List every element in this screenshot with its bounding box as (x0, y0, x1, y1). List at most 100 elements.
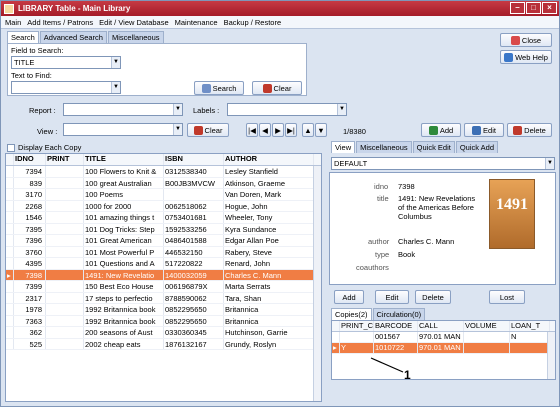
view-select[interactable]: ▼ (63, 123, 183, 136)
tab-view[interactable]: View (331, 141, 356, 153)
view-layout-select[interactable]: DEFAULT ▼ (331, 157, 555, 170)
tab-search[interactable]: Search (7, 31, 39, 43)
table-cell: Van Doren, Mark (224, 189, 314, 200)
clear-search-button[interactable]: Clear (252, 81, 302, 95)
table-cell: Hogue, John (224, 200, 314, 211)
table-cell: 101 Questions and A (84, 258, 164, 269)
tab-quick-edit[interactable]: Quick Edit (412, 141, 455, 153)
table-row[interactable]: 3760 101 Most Powerful P 446532150 Rabery, … (6, 246, 321, 258)
table-cell: 006196879X (164, 281, 224, 292)
table-row[interactable]: 2268 1000 for 2000 0062518062 Hogue, John (6, 200, 321, 212)
add-copy-button[interactable]: Add (334, 290, 364, 304)
first-record-button[interactable]: |◀ (246, 123, 258, 137)
col-barcode[interactable]: BARCODE (374, 321, 418, 331)
table-cell (46, 281, 84, 292)
field-to-search-select[interactable]: TITLE ▼ (11, 56, 121, 69)
col-print-c[interactable]: PRINT_C (340, 321, 374, 331)
col-idno[interactable]: IDNO (14, 154, 46, 165)
text-to-find-input[interactable]: ▼ (11, 81, 121, 94)
minimize-button[interactable]: – (510, 2, 525, 14)
table-row[interactable]: ▸ 7398 1491: New Revelatio 1400032059 Charle… (6, 269, 321, 281)
table-cell (46, 246, 84, 257)
table-cell: Wheeler, Tony (224, 212, 314, 223)
lost-copy-button[interactable]: Lost (489, 290, 525, 304)
close-window-button[interactable]: × (542, 2, 557, 14)
move-down-button[interactable]: ▼ (315, 123, 327, 137)
tab-miscellaneous[interactable]: Miscellaneous (107, 31, 164, 43)
edit-copy-button[interactable]: Edit (375, 290, 409, 304)
move-up-button[interactable]: ▲ (302, 123, 314, 137)
table-cell: 1876132167 (164, 338, 224, 349)
menu-main[interactable]: Main (5, 18, 21, 27)
copy-row[interactable]: 001567 970.01 MAN N (332, 332, 555, 343)
table-cell (46, 189, 84, 200)
tab-copies[interactable]: Copies(2) (331, 308, 372, 320)
table-row[interactable]: 7394 100 Flowers to Knit & 0312538340 Lesle… (6, 166, 321, 178)
menu-add-items[interactable]: Add Items / Patrons (27, 18, 93, 27)
table-cell: Rabery, Steve (224, 246, 314, 257)
app-icon (4, 3, 14, 14)
labels-select[interactable]: ▼ (227, 103, 347, 116)
copy-cell (464, 332, 510, 342)
table-cell: Renard, John (224, 258, 314, 269)
table-row[interactable]: 7396 101 Great American 0486401588 Edgar Al… (6, 235, 321, 247)
col-print[interactable]: PRINT (46, 154, 84, 165)
menu-bar: Main Add Items / Patrons Edit / View Dat… (1, 16, 559, 29)
table-row[interactable]: 2317 17 steps to perfectio 8788590062 Tara,… (6, 292, 321, 304)
copy-cell: 1010722 (374, 343, 418, 353)
display-each-copy-checkbox[interactable]: Display Each Copy (7, 143, 81, 152)
help-icon (504, 52, 514, 62)
search-icon (201, 83, 211, 93)
last-record-button[interactable]: ▶| (285, 123, 297, 137)
copy-row[interactable]: ▸ Y 1010722 970.01 MAN (332, 343, 555, 354)
copy-cell: N (510, 332, 550, 342)
report-label: Report : (29, 106, 56, 115)
table-cell (46, 258, 84, 269)
clear-view-button[interactable]: Clear (187, 123, 229, 137)
next-record-button[interactable]: ▶ (272, 123, 284, 137)
tab-advanced-search[interactable]: Advanced Search (39, 31, 107, 43)
maximize-button[interactable]: □ (526, 2, 541, 14)
table-row[interactable]: 525 2002 cheap eats 1876132167 Grundy, Rosl… (6, 338, 321, 350)
col-author[interactable]: AUTHOR (224, 154, 314, 165)
table-row[interactable]: 1978 1992 Britannica book 0852295650 Britan… (6, 304, 321, 316)
prev-record-button[interactable]: ◀ (259, 123, 271, 137)
col-title[interactable]: TITLE (84, 154, 164, 165)
table-cell: Hutchinson, Garrie (224, 327, 314, 338)
table-row[interactable]: 1546 101 amazing things t 0753401681 Wheele… (6, 212, 321, 224)
menu-maintenance[interactable]: Maintenance (175, 18, 218, 27)
table-cell: 7395 (14, 223, 46, 234)
menu-edit-view[interactable]: Edit / View Database (99, 18, 169, 27)
web-help-button[interactable]: Web Help (500, 50, 552, 64)
table-cell: 101 Most Powerful P (84, 246, 164, 257)
table-row[interactable]: 4395 101 Questions and A 517220822 Renard, … (6, 258, 321, 270)
table-row[interactable]: 7399 150 Best Eco House 006196879X Marta Se… (6, 281, 321, 293)
table-row[interactable]: 7363 1992 Britannica book 0852295650 Britan… (6, 315, 321, 327)
copies-scrollbar[interactable] (547, 332, 555, 379)
delete-copy-button[interactable]: Delete (415, 290, 451, 304)
table-cell (46, 177, 84, 188)
copy-cell (340, 332, 374, 342)
col-isbn[interactable]: ISBN (164, 154, 224, 165)
tab-circulation[interactable]: Circulation(0) (372, 308, 426, 320)
table-row[interactable]: 362 200 seasons of Aust 0330360345 Hutchins… (6, 327, 321, 339)
edit-icon (472, 125, 482, 135)
edit-button[interactable]: Edit (464, 123, 504, 137)
tab-quick-add[interactable]: Quick Add (455, 141, 499, 153)
add-button[interactable]: Add (421, 123, 461, 137)
close-button[interactable]: Close (500, 33, 552, 47)
table-cell (46, 200, 84, 211)
table-row[interactable]: 3170 100 Poems Van Doren, Mark (6, 189, 321, 201)
table-scrollbar[interactable] (313, 166, 321, 401)
col-volume[interactable]: VOLUME (464, 321, 510, 331)
col-call[interactable]: CALL (418, 321, 464, 331)
menu-backup[interactable]: Backup / Restore (224, 18, 282, 27)
table-row[interactable]: 839 100 great Australian B00JB3MVCW Atkinso… (6, 177, 321, 189)
table-row[interactable]: 7395 101 Dog Tricks: Step 1592533256 Kyra S… (6, 223, 321, 235)
report-select[interactable]: ▼ (63, 103, 183, 116)
tab-misc-right[interactable]: Miscellaneous (356, 141, 412, 153)
col-loan-t[interactable]: LOAN_T (510, 321, 550, 331)
search-button[interactable]: Search (194, 81, 244, 95)
delete-button[interactable]: Delete (507, 123, 552, 137)
title-key: title (377, 194, 389, 203)
